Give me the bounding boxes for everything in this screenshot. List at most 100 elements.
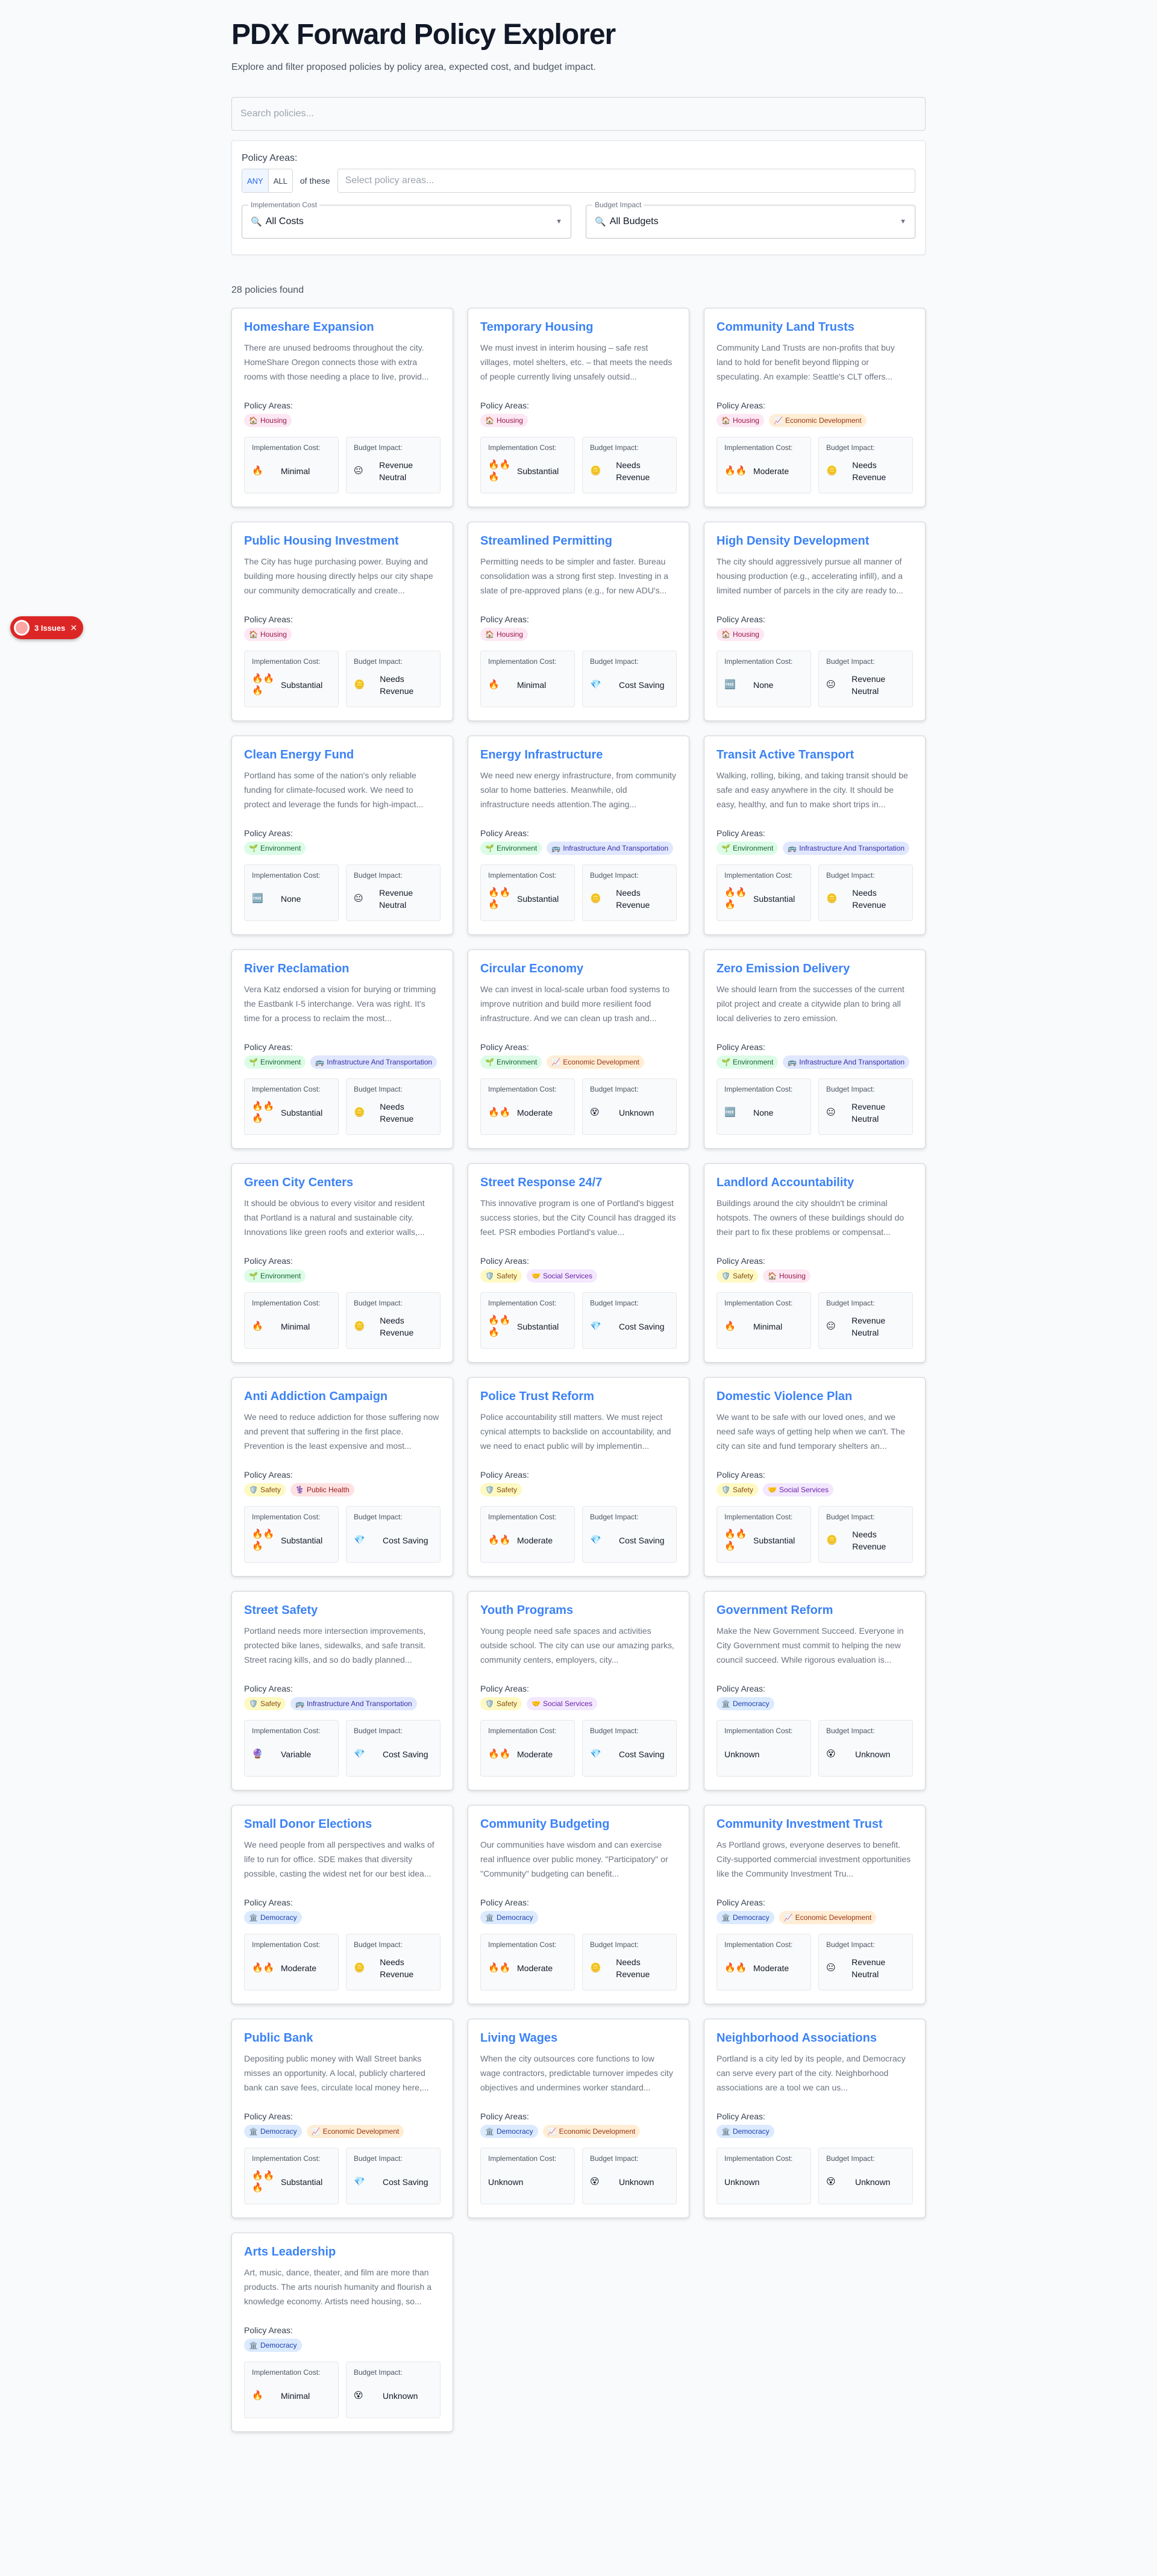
policy-title[interactable]: Police Trust Reform bbox=[480, 1390, 677, 1404]
policy-title[interactable]: High Density Development bbox=[716, 534, 913, 548]
implementation-cost-value: Unknown bbox=[724, 1749, 760, 1759]
policy-area-tag: 🏛️ Democracy bbox=[480, 1911, 538, 1924]
policy-card[interactable]: Street Safety Portland needs more inters… bbox=[231, 1591, 453, 1790]
policy-card[interactable]: Public Bank Depositing public money with… bbox=[231, 2019, 453, 2218]
policy-card[interactable]: Circular Economy We can invest in local-… bbox=[468, 949, 689, 1149]
policy-card[interactable]: Community Budgeting Our communities have… bbox=[468, 1805, 689, 2004]
policy-card[interactable]: Energy Infrastructure We need new energy… bbox=[468, 736, 689, 935]
policy-card[interactable]: Streamlined Permitting Permitting needs … bbox=[468, 522, 689, 721]
budget-select[interactable]: Budget Impact 🔍 All Budgets ▼ bbox=[586, 201, 915, 239]
close-icon[interactable]: ✕ bbox=[70, 623, 77, 633]
policy-title[interactable]: Streamlined Permitting bbox=[480, 534, 677, 548]
policy-card[interactable]: Landlord Accountability Buildings around… bbox=[704, 1163, 926, 1363]
cost-icon: 🔥🔥🔥 bbox=[724, 887, 747, 910]
policy-card[interactable]: Police Trust Reform Police accountabilit… bbox=[468, 1377, 689, 1577]
policy-title[interactable]: Small Donor Elections bbox=[244, 1818, 441, 1831]
policy-title[interactable]: Transit Active Transport bbox=[716, 748, 913, 762]
policy-card[interactable]: Living Wages When the city outsources co… bbox=[468, 2019, 689, 2218]
policy-title[interactable]: Community Budgeting bbox=[480, 1818, 677, 1831]
policy-area-icon: 🤝 bbox=[531, 1272, 541, 1280]
policy-title[interactable]: Green City Centers bbox=[244, 1176, 441, 1190]
budget-icon: 😵 bbox=[826, 1749, 836, 1759]
policy-title[interactable]: Arts Leadership bbox=[244, 2245, 441, 2259]
policy-title[interactable]: Clean Energy Fund bbox=[244, 748, 441, 762]
policy-title[interactable]: Anti Addiction Campaign bbox=[244, 1390, 441, 1404]
policy-description: We need people from all perspectives and… bbox=[244, 1840, 434, 1878]
all-button[interactable]: ALL bbox=[268, 169, 292, 192]
any-button[interactable]: ANY bbox=[242, 169, 269, 192]
policy-card[interactable]: River Reclamation Vera Katz endorsed a v… bbox=[231, 949, 453, 1149]
issues-badge[interactable]: 3 Issues ✕ bbox=[10, 616, 84, 639]
policy-area-icon: ⚕️ bbox=[295, 1486, 304, 1494]
policy-description: When the city outsources core functions … bbox=[480, 2054, 673, 2092]
policy-title[interactable]: Street Response 24/7 bbox=[480, 1176, 677, 1190]
policy-card[interactable]: Street Response 24/7 This innovative pro… bbox=[468, 1163, 689, 1363]
policy-title[interactable]: Public Housing Investment bbox=[244, 534, 441, 548]
policy-card[interactable]: Small Donor Elections We need people fro… bbox=[231, 1805, 453, 2004]
policy-area-tags: 🌱 Environment bbox=[244, 1269, 441, 1283]
budget-impact-box: Budget Impact: 😵 Unknown bbox=[582, 1078, 677, 1135]
search-input[interactable]: Search policies... bbox=[231, 97, 926, 131]
implementation-cost-box: Implementation Cost: 🔥 Minimal bbox=[244, 1292, 339, 1349]
policy-area-tag: 🏛️ Democracy bbox=[716, 2125, 774, 2138]
policy-title[interactable]: Neighborhood Associations bbox=[716, 2031, 913, 2045]
policy-area-tag: 🏛️ Democracy bbox=[244, 1911, 302, 1924]
implementation-cost-label: Implementation Cost: bbox=[724, 657, 793, 666]
cost-icon: 🔥 bbox=[252, 466, 263, 476]
policy-title[interactable]: Youth Programs bbox=[480, 1604, 677, 1618]
budget-impact-label: Budget Impact: bbox=[826, 2154, 875, 2163]
policy-area-tag: 🛡️ Safety bbox=[244, 1483, 286, 1496]
policy-card[interactable]: Green City Centers It should be obvious … bbox=[231, 1163, 453, 1363]
policy-card[interactable]: Neighborhood Associations Portland is a … bbox=[704, 2019, 926, 2218]
policy-title[interactable]: Government Reform bbox=[716, 1604, 913, 1618]
policy-title[interactable]: Living Wages bbox=[480, 2031, 677, 2045]
policy-card[interactable]: Clean Energy Fund Portland has some of t… bbox=[231, 736, 453, 935]
policy-card[interactable]: Arts Leadership Art, music, dance, theat… bbox=[231, 2233, 453, 2432]
policy-card[interactable]: Homeshare Expansion There are unused bed… bbox=[231, 308, 453, 507]
policy-card[interactable]: Domestic Violence Plan We want to be saf… bbox=[704, 1377, 926, 1577]
policy-card[interactable]: Youth Programs Young people need safe sp… bbox=[468, 1591, 689, 1790]
budget-impact-label: Budget Impact: bbox=[590, 1299, 639, 1307]
policy-card[interactable]: Public Housing Investment The City has h… bbox=[231, 522, 453, 721]
cost-select[interactable]: Implementation Cost 🔍 All Costs ▼ bbox=[242, 201, 571, 239]
budget-impact-value: Revenue Neutral bbox=[379, 888, 413, 910]
policy-description: We want to be safe with our loved ones, … bbox=[716, 1412, 905, 1451]
policy-title[interactable]: Homeshare Expansion bbox=[244, 320, 441, 334]
policy-title[interactable]: Community Land Trusts bbox=[716, 320, 913, 334]
policy-title[interactable]: Energy Infrastructure bbox=[480, 748, 677, 762]
policy-areas-select[interactable]: Select policy areas... bbox=[337, 169, 915, 193]
policy-areas-label: Policy Areas: bbox=[716, 828, 765, 838]
policy-area-icon: 🏛️ bbox=[721, 1699, 730, 1708]
policy-description: Vera Katz endorsed a vision for burying … bbox=[244, 984, 436, 1023]
policy-card[interactable]: Community Investment Trust As Portland g… bbox=[704, 1805, 926, 2004]
policy-title[interactable]: Landlord Accountability bbox=[716, 1176, 913, 1190]
policy-area-icon: 🏠 bbox=[485, 630, 494, 639]
budget-impact-label: Budget Impact: bbox=[826, 1940, 875, 1949]
policy-card[interactable]: Government Reform Make the New Governmen… bbox=[704, 1591, 926, 1790]
policy-title[interactable]: Street Safety bbox=[244, 1604, 441, 1618]
policy-title[interactable]: Temporary Housing bbox=[480, 320, 677, 334]
policy-card[interactable]: Community Land Trusts Community Land Tru… bbox=[704, 308, 926, 507]
budget-impact-box: Budget Impact: 🪙 Needs Revenue bbox=[582, 437, 677, 493]
policy-area-tag-label: Housing bbox=[732, 630, 759, 639]
implementation-cost-label: Implementation Cost: bbox=[488, 657, 557, 666]
policy-area-icon: 🛡️ bbox=[249, 1486, 258, 1494]
budget-impact-value: Cost Saving bbox=[619, 680, 665, 690]
policy-card[interactable]: High Density Development The city should… bbox=[704, 522, 926, 721]
policy-title[interactable]: Circular Economy bbox=[480, 962, 677, 976]
policy-area-tags: 🌱 Environment bbox=[244, 842, 441, 855]
policy-card[interactable]: Temporary Housing We must invest in inte… bbox=[468, 308, 689, 507]
policy-title[interactable]: Community Investment Trust bbox=[716, 1818, 913, 1831]
policy-title[interactable]: River Reclamation bbox=[244, 962, 441, 976]
implementation-cost-value: Unknown bbox=[724, 2177, 760, 2187]
policy-card[interactable]: Zero Emission Delivery We should learn f… bbox=[704, 949, 926, 1149]
policy-area-tags: 🏛️ Democracy bbox=[244, 2339, 441, 2352]
budget-select-value: All Budgets bbox=[609, 216, 659, 227]
implementation-cost-label: Implementation Cost: bbox=[252, 1940, 321, 1949]
policy-title[interactable]: Public Bank bbox=[244, 2031, 441, 2045]
policy-title[interactable]: Zero Emission Delivery bbox=[716, 962, 913, 976]
policy-card[interactable]: Anti Addiction Campaign We need to reduc… bbox=[231, 1377, 453, 1577]
policy-area-tag-label: Safety bbox=[732, 1272, 753, 1280]
policy-title[interactable]: Domestic Violence Plan bbox=[716, 1390, 913, 1404]
policy-card[interactable]: Transit Active Transport Walking, rollin… bbox=[704, 736, 926, 935]
